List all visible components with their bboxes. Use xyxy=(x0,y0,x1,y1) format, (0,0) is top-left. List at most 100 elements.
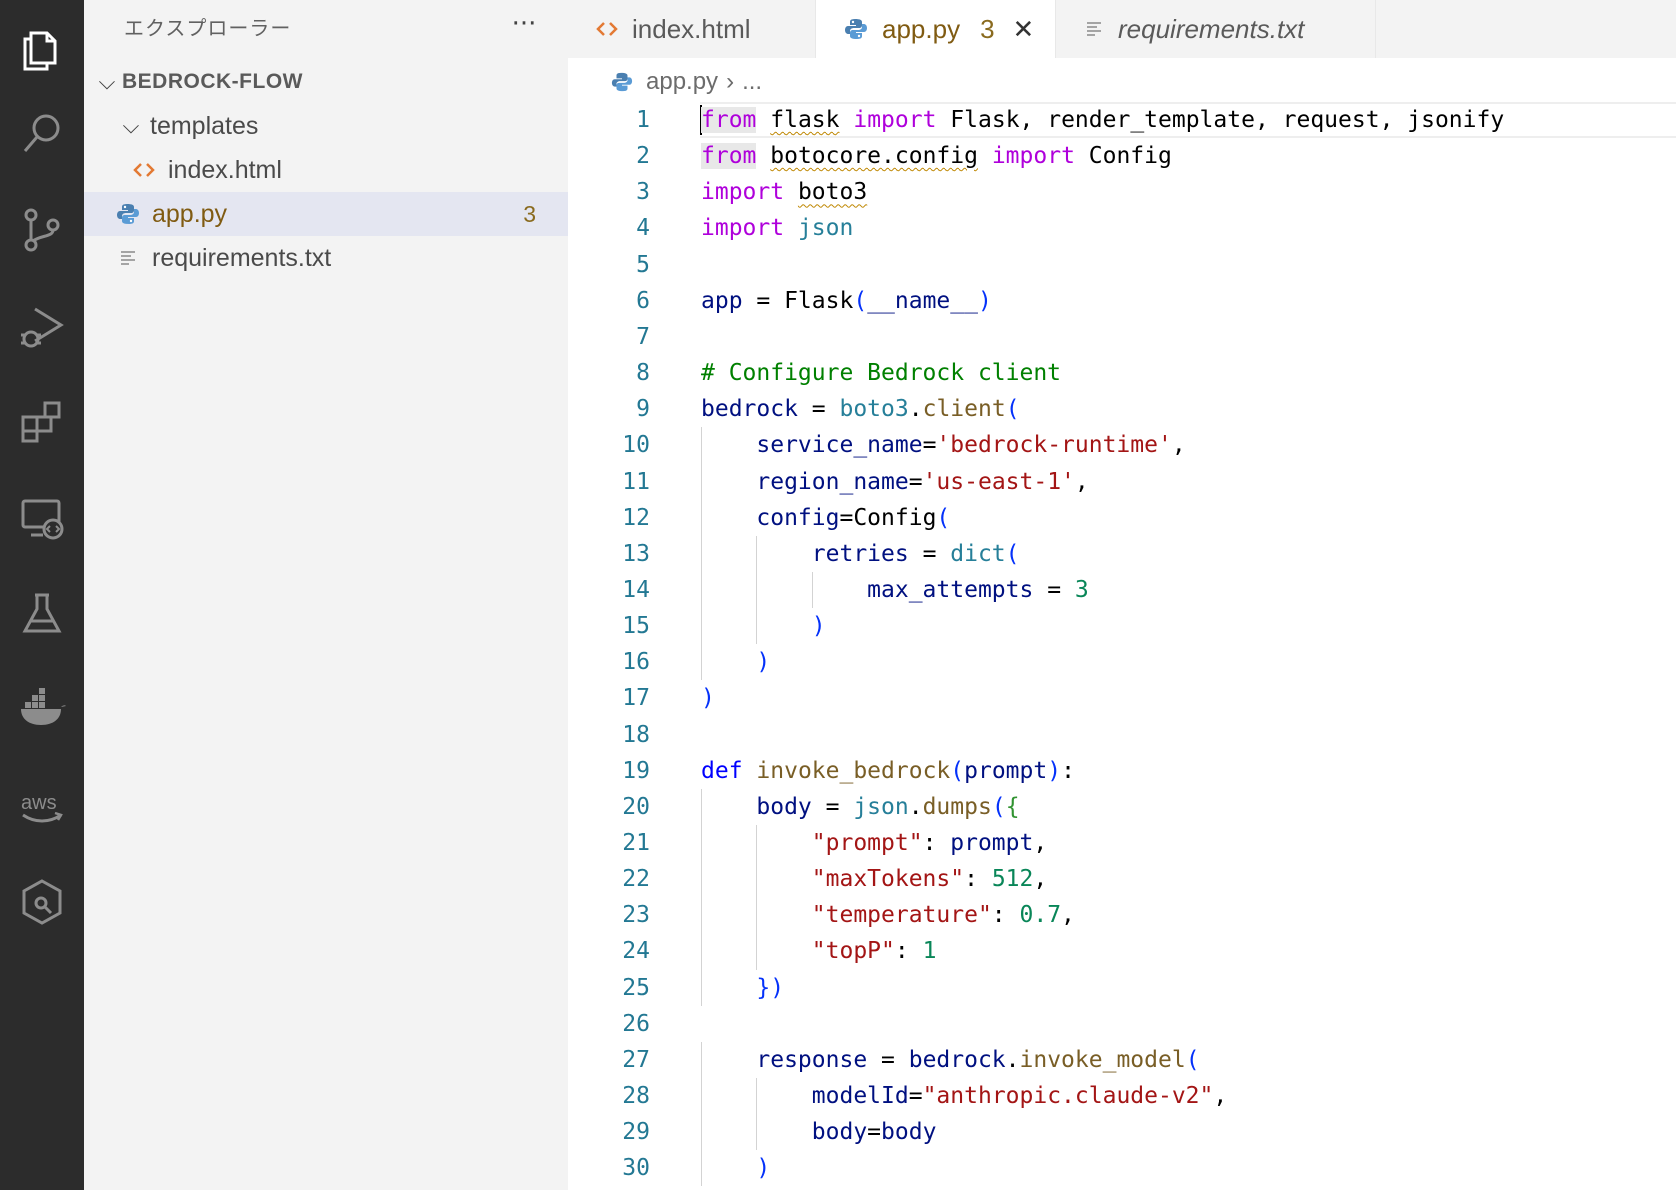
line-number: 29 xyxy=(622,1119,650,1146)
code-line[interactable]: 9 bedrock = boto3.client( xyxy=(568,391,1676,427)
code-line[interactable]: 28 modelId="anthropic.claude-v2", xyxy=(568,1078,1676,1114)
code-text: service_name='bedrock-runtime', xyxy=(756,432,1186,459)
code-line[interactable]: 20 body = json.dumps({ xyxy=(568,789,1676,825)
line-number: 8 xyxy=(636,360,650,387)
breadcrumb-symbols[interactable]: ... xyxy=(742,68,762,96)
remote-explorer-icon[interactable] xyxy=(0,470,84,566)
tree-item-index-html[interactable]: index.html xyxy=(84,148,568,192)
code-line[interactable]: 22 "maxTokens": 512, xyxy=(568,861,1676,897)
code-line[interactable]: 7 xyxy=(568,319,1676,355)
workspace-root[interactable]: ⌵ BEDROCK-FLOW xyxy=(84,60,568,104)
code-line[interactable]: 23 "temperature": 0.7, xyxy=(568,897,1676,933)
docker-icon[interactable] xyxy=(0,662,84,758)
code-line[interactable]: 8 # Configure Bedrock client xyxy=(568,355,1676,391)
breadcrumb: app.py › ... xyxy=(608,64,762,100)
tree-item-label: requirements.txt xyxy=(152,243,332,272)
line-number: 24 xyxy=(622,938,650,965)
code-text: "maxTokens": 512, xyxy=(811,866,1048,893)
code-line[interactable]: 3 import boto3 xyxy=(568,174,1676,210)
code-line[interactable]: 29 body=body xyxy=(568,1114,1676,1150)
code-line[interactable]: 10 service_name='bedrock-runtime', xyxy=(568,427,1676,463)
sidebar-title: エクスプローラー xyxy=(124,16,292,40)
indent-guide xyxy=(756,825,758,970)
code-line[interactable]: 16 ) xyxy=(568,644,1676,680)
breadcrumb-file[interactable]: app.py xyxy=(646,68,718,96)
code-text: retries = dict( xyxy=(811,540,1020,567)
python-icon xyxy=(114,202,142,226)
code-line[interactable]: 27 response = bedrock.invoke_model( xyxy=(568,1042,1676,1078)
tab-label: requirements.txt xyxy=(1118,13,1305,44)
line-number: 7 xyxy=(636,323,650,350)
line-number: 2 xyxy=(636,143,650,170)
python-icon xyxy=(608,71,636,93)
line-number: 6 xyxy=(636,287,650,314)
line-number: 19 xyxy=(622,757,650,784)
tab-problem-badge: 3 xyxy=(980,13,995,44)
code-line[interactable]: 30 ) xyxy=(568,1150,1676,1186)
line-number: 11 xyxy=(622,468,650,495)
code-line[interactable]: 15 ) xyxy=(568,608,1676,644)
line-number: 25 xyxy=(622,974,650,1001)
testing-icon[interactable] xyxy=(0,566,84,662)
code-text: region_name='us-east-1', xyxy=(756,468,1089,495)
line-number: 21 xyxy=(622,830,650,856)
hexagon-icon[interactable] xyxy=(0,854,84,950)
tree-item-label: templates xyxy=(150,111,259,140)
line-number: 1 xyxy=(636,107,650,133)
code-line[interactable]: 5 xyxy=(568,247,1676,283)
indent-guide xyxy=(701,788,702,1006)
code-line[interactable]: 24 "topP": 1 xyxy=(568,933,1676,969)
line-number: 3 xyxy=(636,179,650,206)
code-text: bedrock = boto3.client( xyxy=(701,396,1020,423)
code-line[interactable]: 1 from flask import Flask, render_templat… xyxy=(568,102,1676,138)
code-line[interactable]: 18 xyxy=(568,717,1676,753)
code-line[interactable]: 4 import json xyxy=(568,210,1676,246)
extensions-icon[interactable] xyxy=(0,374,84,470)
search-icon[interactable] xyxy=(0,86,84,182)
tab-app-py[interactable]: app.py 3 ✕ xyxy=(816,0,1056,58)
code-line[interactable]: 17) xyxy=(568,680,1676,716)
code-text: ) xyxy=(811,613,826,640)
tree-item-templates[interactable]: ⌵ templates xyxy=(84,104,568,148)
explorer-icon[interactable] xyxy=(0,0,84,96)
problem-count-badge: 3 xyxy=(523,200,536,227)
activity-bar: aws xyxy=(0,0,84,1190)
code-text: "topP": 1 xyxy=(811,938,937,965)
code-text: ) xyxy=(756,649,771,676)
code-line[interactable]: 26 xyxy=(568,1006,1676,1042)
workspace-root-label: BEDROCK-FLOW xyxy=(122,70,303,93)
tab-requirements-txt[interactable]: requirements.txt xyxy=(1056,0,1376,58)
code-text: ) xyxy=(756,1155,771,1182)
tab-label: index.html xyxy=(632,13,751,44)
code-line[interactable]: 6 app = Flask(__name__) xyxy=(568,283,1676,319)
more-actions-icon[interactable]: ··· xyxy=(504,6,544,42)
text-file-icon xyxy=(1084,19,1104,39)
code-line[interactable]: 13 retries = dict( xyxy=(568,536,1676,572)
code-editor[interactable]: 1 from flask import Flask, render_templat… xyxy=(568,102,1676,1190)
code-text: from flask import Flask, render_template… xyxy=(701,107,1505,133)
close-icon[interactable]: ✕ xyxy=(1013,14,1035,45)
explorer-sidebar: エクスプローラー ··· ⌵ BEDROCK-FLOW ⌵ templates … xyxy=(84,0,568,1190)
code-line[interactable]: 14 max_attempts = 3 xyxy=(568,572,1676,608)
code-text: body = json.dumps({ xyxy=(756,793,1020,820)
run-debug-icon[interactable] xyxy=(0,278,84,374)
source-control-icon[interactable] xyxy=(0,182,84,278)
code-line[interactable]: 12 config=Config( xyxy=(568,500,1676,536)
line-number: 15 xyxy=(622,613,650,640)
code-line[interactable]: 21 "prompt": prompt, xyxy=(568,825,1676,861)
code-text: body=body xyxy=(811,1119,937,1146)
tree-item-requirements-txt[interactable]: requirements.txt xyxy=(84,236,568,280)
tab-index-html[interactable]: index.html xyxy=(568,0,816,58)
code-text: import boto3 xyxy=(701,179,868,206)
aws-icon[interactable]: aws xyxy=(0,758,84,854)
tree-item-app-py[interactable]: app.py 3 xyxy=(84,192,568,236)
code-line[interactable]: 25 }) xyxy=(568,970,1676,1006)
line-number: 4 xyxy=(636,215,650,242)
code-line[interactable]: 11 region_name='us-east-1', xyxy=(568,464,1676,500)
line-number: 30 xyxy=(622,1155,650,1182)
indent-guide xyxy=(701,1041,702,1187)
code-text: app = Flask(__name__) xyxy=(701,287,992,314)
code-line[interactable]: 19 def invoke_bedrock(prompt): xyxy=(568,753,1676,789)
python-icon xyxy=(844,17,868,41)
code-line[interactable]: 2 from botocore.config import Config xyxy=(568,138,1676,174)
